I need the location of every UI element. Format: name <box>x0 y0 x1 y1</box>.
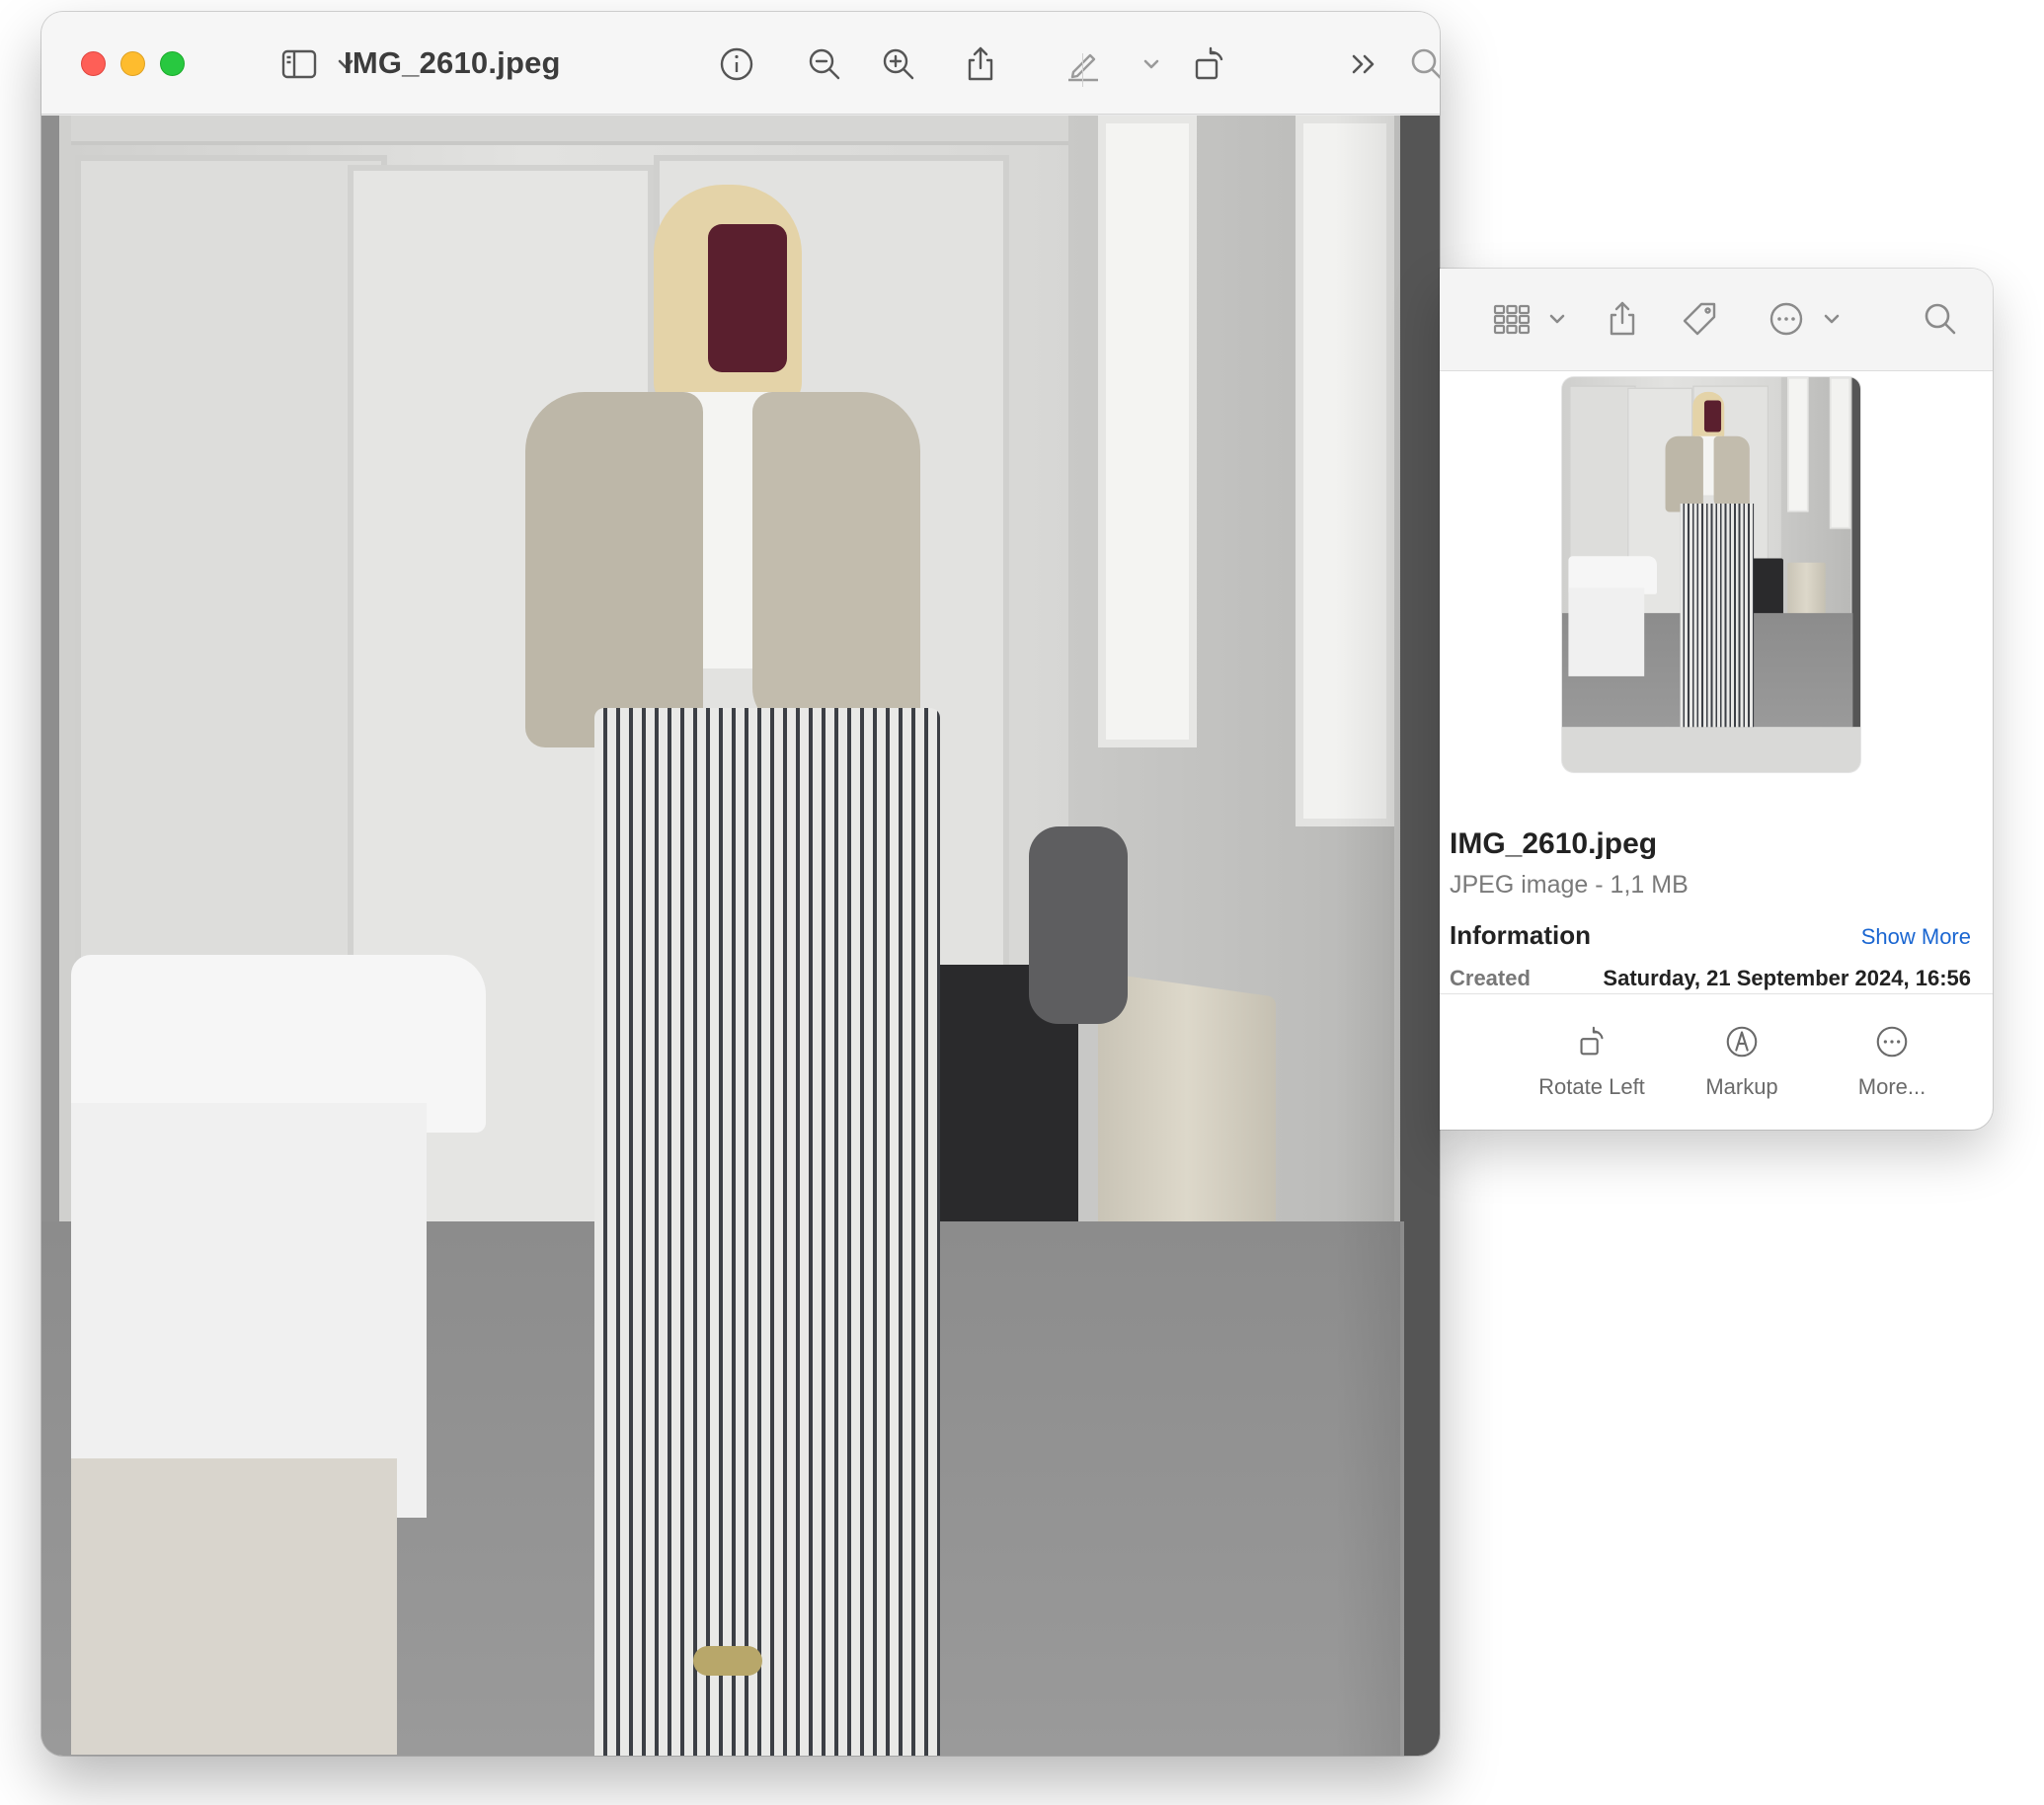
created-value: Saturday, 21 September 2024, 16:56 <box>1603 966 1971 990</box>
created-label: Created <box>1450 966 1531 990</box>
zoom-window-button[interactable] <box>160 51 185 76</box>
info-share-icon[interactable] <box>1600 296 1645 342</box>
rotate-left-icon <box>1518 1019 1666 1064</box>
tag-icon[interactable] <box>1677 296 1722 342</box>
more-options-icon[interactable] <box>1764 296 1809 342</box>
preview-window: IMG_2610.jpeg <box>41 12 1440 1756</box>
rotate-left-label: Rotate Left <box>1538 1074 1645 1099</box>
info-divider <box>1440 993 1993 994</box>
photo-scene <box>41 116 1440 1756</box>
image-canvas[interactable] <box>41 116 1440 1756</box>
document-title: IMG_2610.jpeg <box>344 45 561 80</box>
grid-view-icon[interactable] <box>1489 296 1534 342</box>
more-icon <box>1818 1019 1966 1064</box>
thumbnail-scene <box>1562 377 1860 728</box>
close-window-button[interactable] <box>81 51 106 76</box>
info-search-icon[interactable] <box>1918 296 1963 342</box>
info-file-kind-size: JPEG image - 1,1 MB <box>1450 871 1689 899</box>
search-icon[interactable] <box>1404 41 1440 87</box>
more-menu-chevron-down-icon[interactable] <box>1809 296 1854 342</box>
info-file-name: IMG_2610.jpeg <box>1450 827 1658 860</box>
information-heading: Information <box>1450 920 1591 950</box>
chevron-double-right-icon[interactable] <box>1341 41 1386 87</box>
show-more-link[interactable]: Show More <box>1861 924 1971 950</box>
markup-menu-chevron-down-icon[interactable] <box>1129 41 1174 87</box>
info-panel-toolbar <box>1440 269 1993 371</box>
markup-button[interactable]: Markup <box>1668 1019 1816 1100</box>
rotate-left-button[interactable]: Rotate Left <box>1518 1019 1666 1100</box>
more-button[interactable]: More... <box>1818 1019 1966 1100</box>
markup-label: Markup <box>1705 1074 1778 1099</box>
toolbar-separator <box>1082 53 1083 87</box>
info-panel-window: IMG_2610.jpeg JPEG image - 1,1 MB Inform… <box>1440 269 1993 1130</box>
markup-icon <box>1668 1019 1816 1064</box>
markup-pen-icon[interactable] <box>1061 41 1106 87</box>
minimize-window-button[interactable] <box>120 51 145 76</box>
info-icon[interactable] <box>714 41 759 87</box>
share-icon[interactable] <box>958 41 1003 87</box>
zoom-out-icon[interactable] <box>802 41 847 87</box>
image-thumbnail[interactable] <box>1562 377 1860 772</box>
sidebar-icon[interactable] <box>276 41 322 87</box>
more-label: More... <box>1857 1074 1926 1099</box>
rotate-icon[interactable] <box>1187 41 1232 87</box>
preview-toolbar: IMG_2610.jpeg <box>41 12 1440 115</box>
view-menu-chevron-down-icon[interactable] <box>1534 296 1580 342</box>
zoom-in-icon[interactable] <box>876 41 921 87</box>
